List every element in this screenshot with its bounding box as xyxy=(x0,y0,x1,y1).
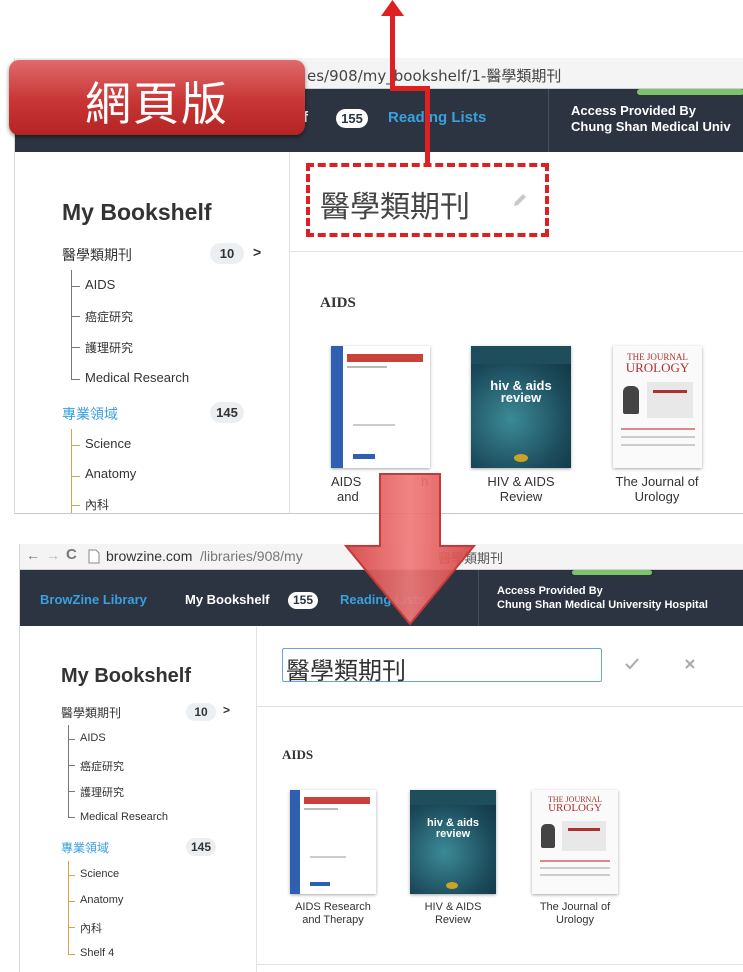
journal-caption: Review xyxy=(499,489,543,504)
tree-branch xyxy=(71,445,80,446)
tree-branch xyxy=(71,316,80,317)
tree-branch xyxy=(71,505,80,506)
tree-branch xyxy=(68,901,75,902)
forward-icon[interactable]: → xyxy=(46,547,60,563)
divider xyxy=(257,706,743,707)
access-line-1: Access Provided By xyxy=(571,103,697,118)
subshelf-item[interactable]: Science xyxy=(85,436,131,451)
sidebar-title: My Bookshelf xyxy=(62,199,212,225)
subshelf-item[interactable]: 癌症研究 xyxy=(85,308,133,325)
tree-branch xyxy=(68,739,75,740)
nav-browzine-library[interactable]: BrowZine Library xyxy=(40,592,147,607)
close-icon[interactable] xyxy=(684,658,696,670)
bottom-sidebar: My Bookshelf 醫學類期刊 10 > AIDS 癌症研究 護理研究 M… xyxy=(20,627,257,972)
access-line-2: Chung Shan Medical Univ xyxy=(571,119,731,134)
tree-branch xyxy=(68,927,75,928)
journal-caption: HIV & AIDS xyxy=(487,474,555,489)
tree-branch xyxy=(68,954,75,955)
subshelf-item[interactable]: Shelf 4 xyxy=(80,947,114,959)
access-indicator-bar xyxy=(572,570,652,575)
nav-divider xyxy=(548,89,549,152)
subshelf-item[interactable]: Science xyxy=(80,868,119,880)
subshelf-item[interactable]: Anatomy xyxy=(80,894,123,906)
journal-cover-journal-of-urology[interactable]: THE JOURNAL UROLOGY xyxy=(613,346,702,468)
shelf-count-badge: 145 xyxy=(186,838,216,856)
tree-line xyxy=(71,429,72,513)
journal-caption: Urology xyxy=(556,914,594,926)
transition-arrow-icon xyxy=(343,473,477,626)
shelf-count-badge: 145 xyxy=(210,402,244,423)
journal-cover-hiv-aids-review[interactable]: hiv & aids review xyxy=(410,790,496,894)
nav-divider xyxy=(478,570,479,626)
journal-caption: Review xyxy=(434,914,472,926)
web-version-callout: 網頁版 xyxy=(9,60,305,135)
access-indicator-bar xyxy=(637,89,743,95)
shelf-count-badge: 10 xyxy=(186,703,216,721)
access-line-1: Access Provided By xyxy=(497,585,603,597)
divider xyxy=(290,251,743,252)
url-host: browzine.com xyxy=(106,548,193,564)
tree-branch xyxy=(71,286,80,287)
subshelf-item[interactable]: AIDS xyxy=(85,277,115,292)
journal-caption: The Journal of xyxy=(539,901,611,913)
subshelf-item[interactable]: 癌症研究 xyxy=(80,758,124,774)
callout-label: 網頁版 xyxy=(85,77,229,131)
shelf-title-input-value: 醫學類期刊 xyxy=(286,657,406,685)
journal-caption: Urology xyxy=(634,489,680,504)
tree-branch xyxy=(71,347,80,348)
subshelf-item[interactable]: Medical Research xyxy=(80,811,168,823)
shelf-item-medical-journals[interactable]: 醫學類期刊 xyxy=(62,245,132,265)
journal-cover-hiv-aids-review[interactable]: hiv & aids review xyxy=(471,346,571,468)
page-icon xyxy=(88,549,100,564)
section-label: AIDS xyxy=(320,295,356,311)
journal-caption: and Therapy xyxy=(302,914,364,926)
journal-cover-journal-of-urology[interactable]: THE JOURNAL UROLOGY xyxy=(532,790,618,894)
shelf-title-input[interactable]: 醫學類期刊 xyxy=(282,648,602,685)
journal-cover-aids-research[interactable] xyxy=(290,790,376,894)
subshelf-item[interactable]: AIDS xyxy=(80,732,106,744)
nav-my-bookshelf[interactable]: My Bookshelf xyxy=(185,592,270,607)
subshelf-item[interactable]: Medical Research xyxy=(85,370,189,385)
tree-branch xyxy=(68,875,75,876)
nav-bookshelf-count-badge: 155 xyxy=(288,592,318,609)
access-line-2: Chung Shan Medical University Hospital xyxy=(497,599,708,611)
tree-branch xyxy=(68,765,75,766)
shelf-item-medical-journals[interactable]: 醫學類期刊 xyxy=(61,704,121,721)
url-path: /libraries/908/my xyxy=(200,548,303,564)
journal-cover-aids-research[interactable] xyxy=(331,346,430,468)
sidebar-title: My Bookshelf xyxy=(61,665,192,687)
subshelf-item[interactable]: 內科 xyxy=(80,920,102,936)
reload-icon[interactable]: C xyxy=(66,546,77,563)
annotation-arrow-icon xyxy=(381,0,430,166)
subshelf-item[interactable]: Anatomy xyxy=(85,466,136,481)
journal-caption: AIDS Research xyxy=(295,901,371,913)
nav-bookshelf-count-badge: 155 xyxy=(336,109,368,128)
tree-branch xyxy=(71,379,80,380)
tree-branch xyxy=(68,817,75,818)
shelf-count-badge: 10 xyxy=(210,243,244,264)
subshelf-item[interactable]: 護理研究 xyxy=(80,784,124,800)
divider xyxy=(257,964,743,965)
journal-caption: The Journal of xyxy=(615,474,699,489)
annotation-dashed-box xyxy=(306,163,549,237)
back-icon[interactable]: ← xyxy=(26,547,40,563)
chevron-right-icon[interactable]: > xyxy=(223,703,230,717)
journal-caption: HIV & AIDS xyxy=(424,901,482,913)
top-sidebar: My Bookshelf 醫學類期刊 10 > AIDS 癌症研究 護理研究 M… xyxy=(15,153,290,513)
tree-branch xyxy=(71,476,80,477)
subshelf-item[interactable]: 內科 xyxy=(85,496,109,513)
shelf-item-professional[interactable]: 專業領域 xyxy=(62,404,118,424)
shelf-item-professional[interactable]: 專業領域 xyxy=(61,839,109,856)
chevron-right-icon[interactable]: > xyxy=(253,244,261,260)
tree-branch xyxy=(68,791,75,792)
subshelf-item[interactable]: 護理研究 xyxy=(85,339,133,356)
check-icon[interactable] xyxy=(624,657,640,671)
section-label: AIDS xyxy=(282,747,314,762)
